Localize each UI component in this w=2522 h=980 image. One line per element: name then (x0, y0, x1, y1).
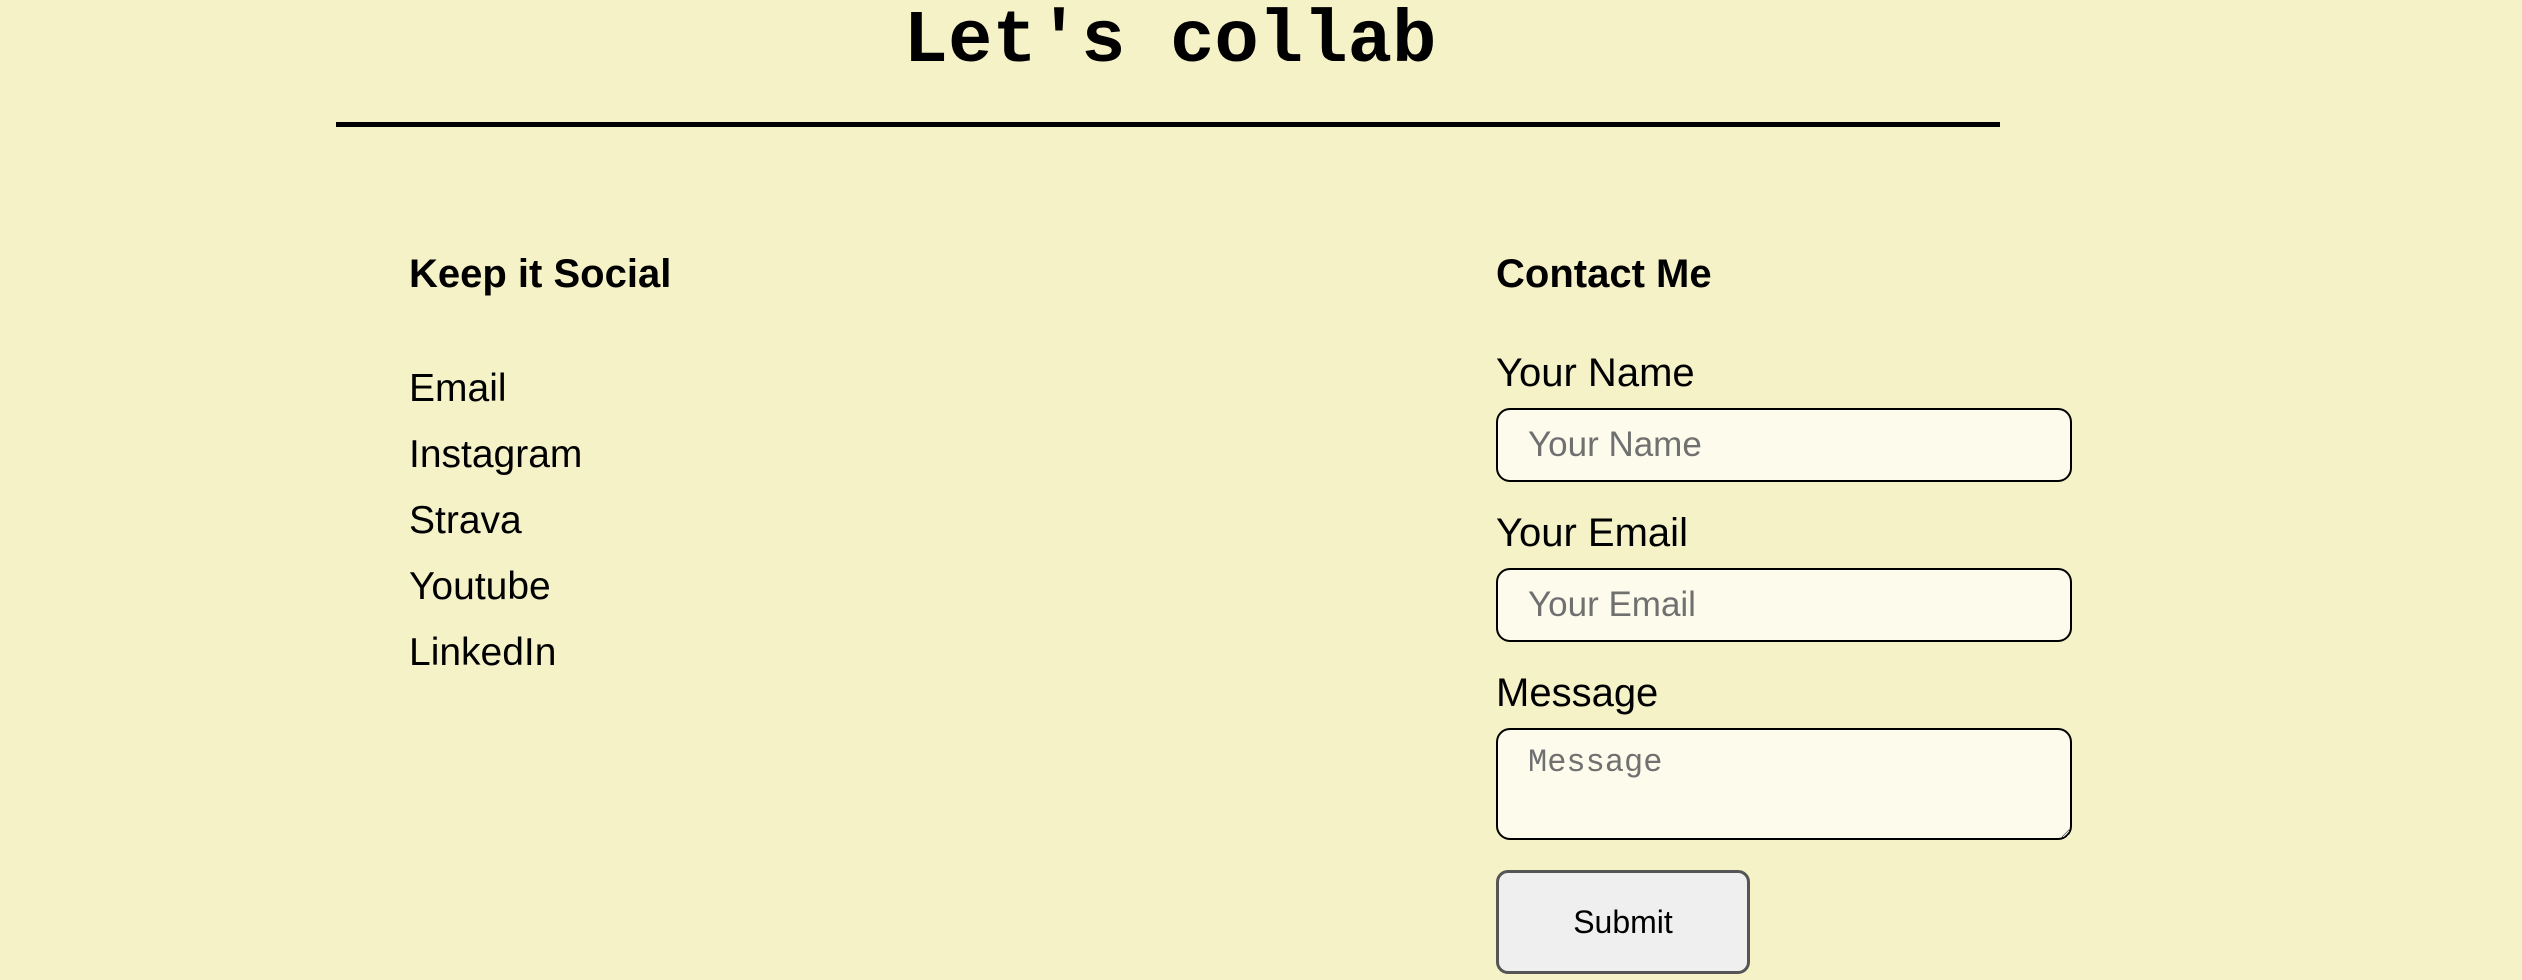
social-link-item: LinkedIn (409, 620, 582, 686)
social-heading: Keep it Social (409, 252, 672, 296)
social-link-item: Strava (409, 488, 582, 554)
contact-heading: Contact Me (1496, 252, 1712, 296)
social-section: Keep it Social Email Instagram Strava Yo… (409, 246, 672, 674)
message-textarea[interactable] (1496, 728, 2072, 840)
social-link-item: Email (409, 356, 582, 422)
name-input[interactable] (1496, 408, 2072, 482)
contact-form: Contact Me Your Name Your Email Message … (1496, 246, 2072, 974)
message-label: Message (1496, 671, 1659, 715)
submit-button[interactable]: Submit (1496, 870, 1750, 974)
page-title: Let's collab (903, 0, 1437, 84)
instagram-link[interactable]: Instagram (409, 433, 582, 476)
email-link[interactable]: Email (409, 367, 507, 410)
social-link-item: Instagram (409, 422, 582, 488)
social-links-list: Email Instagram Strava Youtube LinkedIn (409, 356, 582, 686)
linkedin-link[interactable]: LinkedIn (409, 631, 556, 674)
title-divider (336, 122, 2000, 127)
email-label: Your Email (1496, 511, 1688, 555)
strava-link[interactable]: Strava (409, 499, 522, 542)
email-input[interactable] (1496, 568, 2072, 642)
name-label: Your Name (1496, 351, 1695, 395)
youtube-link[interactable]: Youtube (409, 565, 551, 608)
social-link-item: Youtube (409, 554, 582, 620)
